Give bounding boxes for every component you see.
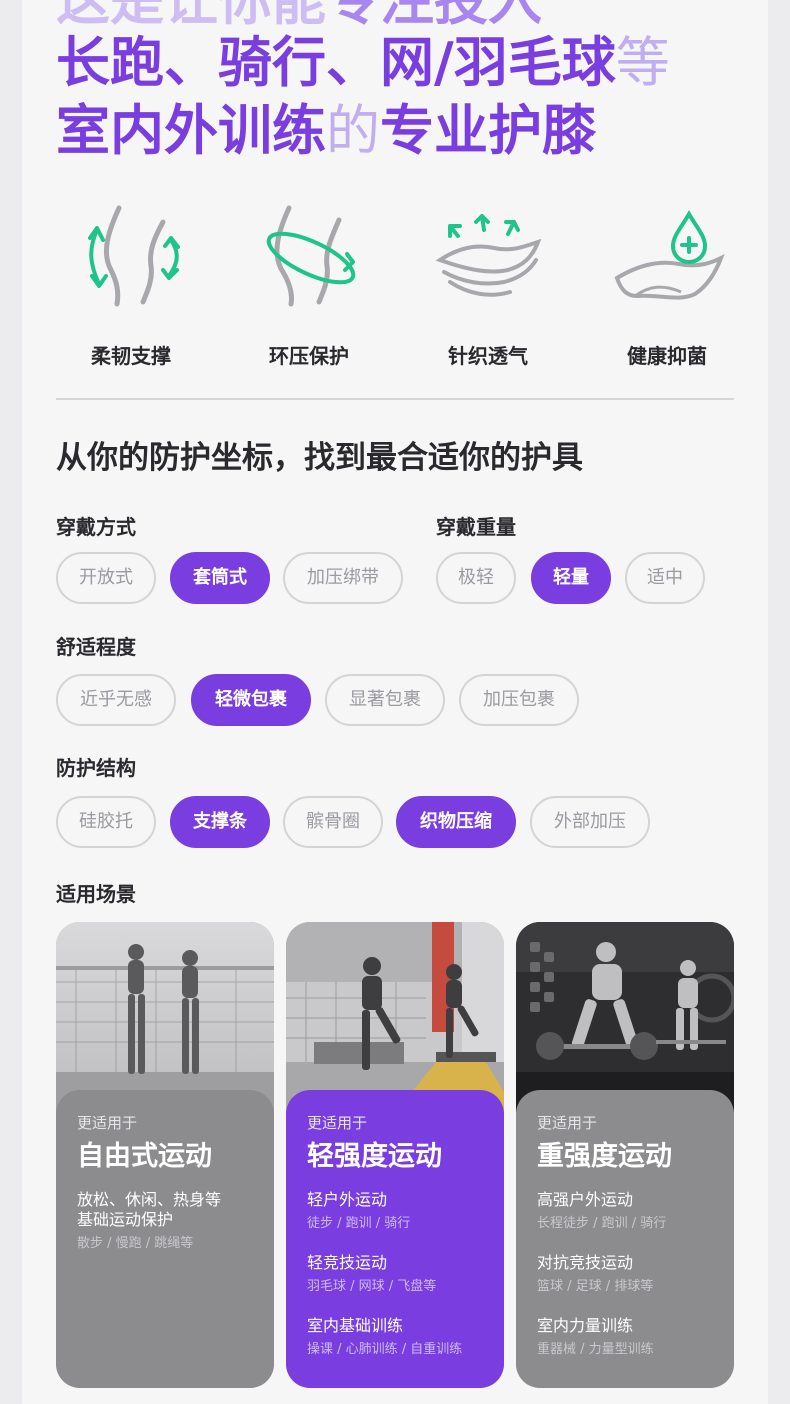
scene-item-examples: 徒步 / 跑训 / 骑行 [307, 1216, 411, 1231]
feature-label: 环压保护 [269, 344, 349, 368]
scene-item-name: 轻竞技运动 [307, 1253, 388, 1272]
antibacterial-icon [614, 209, 725, 300]
chip-strap-style[interactable]: 加压绑带 [283, 552, 403, 604]
scene-item-name: 室内基础训练 [307, 1316, 404, 1335]
scene-item-name: 对抗竞技运动 [537, 1253, 634, 1272]
scene-item-examples: 重器械 / 力量型训练 [537, 1342, 654, 1357]
chip-open-style[interactable]: 开放式 [56, 552, 156, 604]
filter-wear-weight: 极轻 轻量 适中 [436, 552, 716, 604]
scene-kicker: 更适用于 [77, 1114, 138, 1132]
scene-desc: 基础运动保护 [77, 1210, 174, 1229]
feature-knit-breathable: 针织透气 [413, 200, 563, 370]
feature-flex-support: 柔韧支撑 [56, 200, 206, 370]
filter-label-wear-weight: 穿戴重量 [436, 515, 516, 539]
scene-cards: 更适用于 自由式运动 放松、休闲、热身等 基础运动保护 散步 / 慢跑 / 跳绳… [56, 922, 736, 1390]
scene-card-free-style[interactable]: 更适用于 自由式运动 放松、休闲、热身等 基础运动保护 散步 / 慢跑 / 跳绳… [56, 922, 274, 1388]
scene-card-light-intensity[interactable]: 更适用于 轻强度运动 轻户外运动 徒步 / 跑训 / 骑行 轻竞技运动 羽毛球 … [286, 922, 504, 1388]
chip-notable-wrap[interactable]: 显著包裹 [325, 674, 445, 726]
chip-light[interactable]: 轻量 [531, 552, 611, 604]
filter-label-structure: 防护结构 [56, 756, 136, 780]
headline-line-1: 长跑、骑行、网/羽毛球等 [56, 31, 670, 94]
scene-item-examples: 操课 / 心肺训练 / 自重训练 [307, 1342, 463, 1357]
scene-title: 轻强度运动 [307, 1141, 442, 1172]
product-page: 这是让你能专注投入 长跑、骑行、网/羽毛球等 室内外训练的专业护膝 柔韧支撑 环… [22, 0, 768, 1404]
filter-label-comfort: 舒适程度 [56, 635, 136, 659]
chip-sleeve-style[interactable]: 套筒式 [170, 552, 270, 604]
scene-examples: 散步 / 慢跑 / 跳绳等 [77, 1236, 194, 1251]
outdoor-stretch-photo [56, 922, 274, 1112]
scene-title: 自由式运动 [77, 1141, 212, 1172]
scene-item-examples: 长程徒步 / 跑训 / 骑行 [537, 1216, 667, 1231]
filter-structure: 硅胶托 支撑条 髌骨圈 织物压缩 外部加压 [56, 796, 676, 848]
knit-breathable-icon [435, 214, 542, 297]
filter-comfort: 近乎无感 轻微包裹 显著包裹 加压包裹 [56, 674, 596, 726]
chip-light-wrap[interactable]: 轻微包裹 [191, 674, 311, 726]
scene-item-examples: 篮球 / 足球 / 排球等 [537, 1279, 654, 1294]
scene-item-examples: 羽毛球 / 网球 / 飞盘等 [307, 1279, 437, 1294]
filter-label-wear-style: 穿戴方式 [56, 515, 136, 539]
scene-item-name: 轻户外运动 [307, 1190, 388, 1209]
ring-compression-icon [266, 205, 356, 307]
flex-support-icon [88, 205, 180, 307]
chip-silicone-pad[interactable]: 硅胶托 [56, 796, 156, 848]
chip-patella-ring[interactable]: 髌骨圈 [283, 796, 383, 848]
scene-kicker: 更适用于 [537, 1114, 598, 1132]
feature-label: 健康抑菌 [627, 344, 707, 368]
scene-title: 重强度运动 [537, 1141, 672, 1172]
feature-label: 柔韧支撑 [91, 344, 171, 368]
headline-line-2: 室内外训练的专业护膝 [56, 99, 596, 162]
scene-item-name: 室内力量训练 [537, 1316, 634, 1335]
scene-card-heavy-intensity[interactable]: 更适用于 重强度运动 高强户外运动 长程徒步 / 跑训 / 骑行 对抗竞技运动 … [516, 922, 734, 1388]
chip-compression-wrap[interactable]: 加压包裹 [459, 674, 579, 726]
chip-barely-felt[interactable]: 近乎无感 [56, 674, 176, 726]
filter-wear-style: 开放式 套筒式 加压绑带 [56, 552, 416, 604]
feature-list: 柔韧支撑 环压保护 针织透气 健康抑菌 [56, 200, 736, 370]
scene-panel: 更适用于 自由式运动 放松、休闲、热身等 基础运动保护 散步 / 慢跑 / 跳绳… [56, 1090, 274, 1388]
section-title: 从你的防护坐标，找到最合适你的护具 [56, 440, 583, 476]
weight-training-photo [516, 922, 734, 1112]
chip-external-compression[interactable]: 外部加压 [530, 796, 650, 848]
chip-fabric-compression[interactable]: 织物压缩 [396, 796, 516, 848]
headline-line-0: 这是让你能专注投入 [56, 0, 542, 32]
scene-panel: 更适用于 轻强度运动 轻户外运动 徒步 / 跑训 / 骑行 轻竞技运动 羽毛球 … [286, 1090, 504, 1388]
chip-moderate[interactable]: 适中 [625, 552, 705, 604]
feature-antibacterial: 健康抑菌 [592, 200, 742, 370]
scene-panel: 更适用于 重强度运动 高强户外运动 长程徒步 / 跑训 / 骑行 对抗竞技运动 … [516, 1090, 734, 1388]
chip-support-strip[interactable]: 支撑条 [170, 796, 270, 848]
scene-item-name: 高强户外运动 [537, 1190, 634, 1209]
feature-ring-compression: 环压保护 [234, 200, 384, 370]
gym-step-photo [286, 922, 504, 1112]
feature-label: 针织透气 [448, 344, 528, 368]
chip-ultralight[interactable]: 极轻 [436, 552, 516, 604]
scene-kicker: 更适用于 [307, 1114, 368, 1132]
divider [56, 398, 734, 400]
filter-label-scenes: 适用场景 [56, 882, 136, 906]
